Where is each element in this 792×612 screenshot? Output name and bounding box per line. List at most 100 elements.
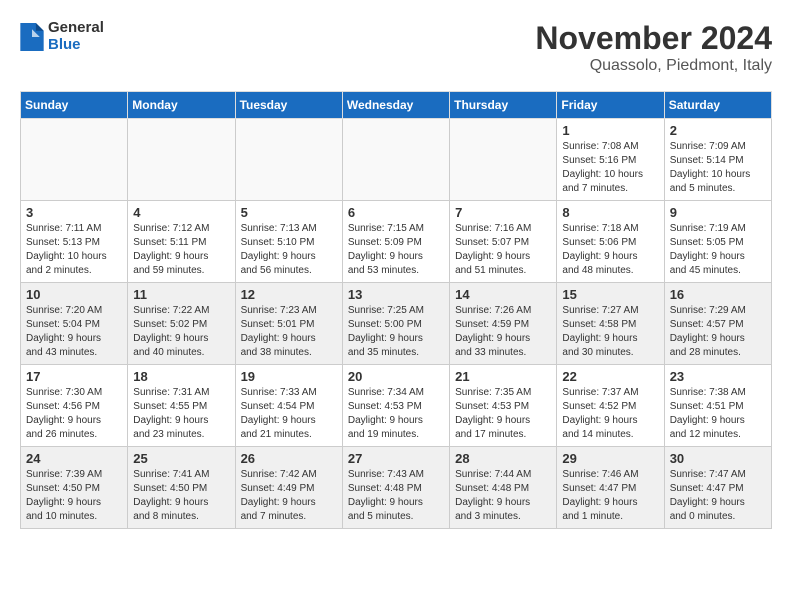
day-info: Sunrise: 7:20 AM Sunset: 5:04 PM Dayligh… — [26, 304, 122, 360]
calendar-day-cell: 16 Sunrise: 7:29 AM Sunset: 4:57 PM Dayli… — [664, 283, 771, 365]
day-number: 13 — [348, 287, 444, 302]
day-info: Sunrise: 7:41 AM Sunset: 4:50 PM Dayligh… — [133, 468, 229, 524]
calendar-day-cell — [235, 119, 342, 201]
day-info: Sunrise: 7:19 AM Sunset: 5:05 PM Dayligh… — [670, 222, 766, 278]
day-info: Sunrise: 7:46 AM Sunset: 4:47 PM Dayligh… — [562, 468, 658, 524]
weekday-header-sunday: Sunday — [21, 92, 128, 119]
day-info: Sunrise: 7:43 AM Sunset: 4:48 PM Dayligh… — [348, 468, 444, 524]
location-title: Quassolo, Piedmont, Italy — [535, 57, 772, 75]
calendar-day-cell: 18 Sunrise: 7:31 AM Sunset: 4:55 PM Dayli… — [128, 365, 235, 447]
day-number: 23 — [670, 369, 766, 384]
day-info: Sunrise: 7:08 AM Sunset: 5:16 PM Dayligh… — [562, 140, 658, 196]
day-number: 15 — [562, 287, 658, 302]
day-info: Sunrise: 7:37 AM Sunset: 4:52 PM Dayligh… — [562, 386, 658, 442]
calendar-day-cell: 30Sunrise: 7:47 AM Sunset: 4:47 PM Dayli… — [664, 447, 771, 529]
day-number: 25 — [133, 451, 229, 466]
day-info: Sunrise: 7:26 AM Sunset: 4:59 PM Dayligh… — [455, 304, 551, 360]
weekday-header-thursday: Thursday — [450, 92, 557, 119]
day-number: 3 — [26, 205, 122, 220]
day-info: Sunrise: 7:29 AM Sunset: 4:57 PM Dayligh… — [670, 304, 766, 360]
weekday-header-wednesday: Wednesday — [342, 92, 449, 119]
day-info: Sunrise: 7:35 AM Sunset: 4:53 PM Dayligh… — [455, 386, 551, 442]
day-number: 14 — [455, 287, 551, 302]
day-number: 1 — [562, 123, 658, 138]
calendar-day-cell: 14 Sunrise: 7:26 AM Sunset: 4:59 PM Dayli… — [450, 283, 557, 365]
day-number: 21 — [455, 369, 551, 384]
calendar-day-cell — [342, 119, 449, 201]
month-title: November 2024 — [535, 20, 772, 57]
logo-general-label: General — [48, 20, 104, 37]
day-number: 2 — [670, 123, 766, 138]
day-info: Sunrise: 7:27 AM Sunset: 4:58 PM Dayligh… — [562, 304, 658, 360]
calendar-day-cell — [450, 119, 557, 201]
day-number: 4 — [133, 205, 229, 220]
calendar-week-row: 10 Sunrise: 7:20 AM Sunset: 5:04 PM Dayli… — [21, 283, 772, 365]
weekday-header-row: SundayMondayTuesdayWednesdayThursdayFrid… — [21, 92, 772, 119]
day-info: Sunrise: 7:18 AM Sunset: 5:06 PM Dayligh… — [562, 222, 658, 278]
weekday-header-saturday: Saturday — [664, 92, 771, 119]
calendar-day-cell: 29Sunrise: 7:46 AM Sunset: 4:47 PM Dayli… — [557, 447, 664, 529]
day-number: 27 — [348, 451, 444, 466]
calendar-day-cell: 26Sunrise: 7:42 AM Sunset: 4:49 PM Dayli… — [235, 447, 342, 529]
calendar-week-row: 1 Sunrise: 7:08 AM Sunset: 5:16 PM Daylig… — [21, 119, 772, 201]
calendar-day-cell: 11 Sunrise: 7:22 AM Sunset: 5:02 PM Dayli… — [128, 283, 235, 365]
calendar-day-cell: 3Sunrise: 7:11 AM Sunset: 5:13 PM Daylig… — [21, 201, 128, 283]
calendar-day-cell: 10 Sunrise: 7:20 AM Sunset: 5:04 PM Dayli… — [21, 283, 128, 365]
day-info: Sunrise: 7:34 AM Sunset: 4:53 PM Dayligh… — [348, 386, 444, 442]
page-header: General Blue November 2024 Quassolo, Pie… — [20, 20, 772, 75]
day-info: Sunrise: 7:09 AM Sunset: 5:14 PM Dayligh… — [670, 140, 766, 196]
day-info: Sunrise: 7:31 AM Sunset: 4:55 PM Dayligh… — [133, 386, 229, 442]
day-number: 10 — [26, 287, 122, 302]
calendar-day-cell: 20 Sunrise: 7:34 AM Sunset: 4:53 PM Dayli… — [342, 365, 449, 447]
day-info: Sunrise: 7:22 AM Sunset: 5:02 PM Dayligh… — [133, 304, 229, 360]
calendar-day-cell: 8Sunrise: 7:18 AM Sunset: 5:06 PM Daylig… — [557, 201, 664, 283]
calendar-day-cell: 4 Sunrise: 7:12 AM Sunset: 5:11 PM Daylig… — [128, 201, 235, 283]
calendar-day-cell: 25 Sunrise: 7:41 AM Sunset: 4:50 PM Dayli… — [128, 447, 235, 529]
day-number: 9 — [670, 205, 766, 220]
day-number: 22 — [562, 369, 658, 384]
day-number: 6 — [348, 205, 444, 220]
calendar-day-cell: 5 Sunrise: 7:13 AM Sunset: 5:10 PM Daylig… — [235, 201, 342, 283]
calendar-day-cell: 22 Sunrise: 7:37 AM Sunset: 4:52 PM Dayli… — [557, 365, 664, 447]
calendar-day-cell: 13 Sunrise: 7:25 AM Sunset: 5:00 PM Dayli… — [342, 283, 449, 365]
calendar-day-cell: 2 Sunrise: 7:09 AM Sunset: 5:14 PM Daylig… — [664, 119, 771, 201]
logo-blue-label: Blue — [48, 37, 104, 54]
day-number: 18 — [133, 369, 229, 384]
logo: General Blue — [20, 20, 104, 53]
day-info: Sunrise: 7:25 AM Sunset: 5:00 PM Dayligh… — [348, 304, 444, 360]
calendar-day-cell: 9 Sunrise: 7:19 AM Sunset: 5:05 PM Daylig… — [664, 201, 771, 283]
day-number: 7 — [455, 205, 551, 220]
day-number: 12 — [241, 287, 337, 302]
day-number: 19 — [241, 369, 337, 384]
weekday-header-monday: Monday — [128, 92, 235, 119]
day-number: 11 — [133, 287, 229, 302]
day-info: Sunrise: 7:12 AM Sunset: 5:11 PM Dayligh… — [133, 222, 229, 278]
day-number: 24 — [26, 451, 122, 466]
weekday-header-tuesday: Tuesday — [235, 92, 342, 119]
day-info: Sunrise: 7:16 AM Sunset: 5:07 PM Dayligh… — [455, 222, 551, 278]
day-number: 16 — [670, 287, 766, 302]
calendar-day-cell: 1 Sunrise: 7:08 AM Sunset: 5:16 PM Daylig… — [557, 119, 664, 201]
calendar-day-cell: 27 Sunrise: 7:43 AM Sunset: 4:48 PM Dayli… — [342, 447, 449, 529]
day-number: 20 — [348, 369, 444, 384]
day-info: Sunrise: 7:15 AM Sunset: 5:09 PM Dayligh… — [348, 222, 444, 278]
day-number: 30 — [670, 451, 766, 466]
day-info: Sunrise: 7:13 AM Sunset: 5:10 PM Dayligh… — [241, 222, 337, 278]
day-info: Sunrise: 7:39 AM Sunset: 4:50 PM Dayligh… — [26, 468, 122, 524]
day-number: 28 — [455, 451, 551, 466]
day-info: Sunrise: 7:23 AM Sunset: 5:01 PM Dayligh… — [241, 304, 337, 360]
calendar-day-cell: 21 Sunrise: 7:35 AM Sunset: 4:53 PM Dayli… — [450, 365, 557, 447]
calendar-day-cell: 17Sunrise: 7:30 AM Sunset: 4:56 PM Dayli… — [21, 365, 128, 447]
logo-icon — [20, 23, 44, 51]
calendar-day-cell: 28 Sunrise: 7:44 AM Sunset: 4:48 PM Dayli… — [450, 447, 557, 529]
calendar-week-row: 3Sunrise: 7:11 AM Sunset: 5:13 PM Daylig… — [21, 201, 772, 283]
calendar-day-cell: 23Sunrise: 7:38 AM Sunset: 4:51 PM Dayli… — [664, 365, 771, 447]
day-number: 5 — [241, 205, 337, 220]
calendar-day-cell — [128, 119, 235, 201]
calendar-day-cell — [21, 119, 128, 201]
calendar-day-cell: 15 Sunrise: 7:27 AM Sunset: 4:58 PM Dayli… — [557, 283, 664, 365]
day-info: Sunrise: 7:30 AM Sunset: 4:56 PM Dayligh… — [26, 386, 122, 442]
calendar-day-cell: 6 Sunrise: 7:15 AM Sunset: 5:09 PM Daylig… — [342, 201, 449, 283]
day-info: Sunrise: 7:44 AM Sunset: 4:48 PM Dayligh… — [455, 468, 551, 524]
logo-text: General Blue — [48, 20, 104, 53]
